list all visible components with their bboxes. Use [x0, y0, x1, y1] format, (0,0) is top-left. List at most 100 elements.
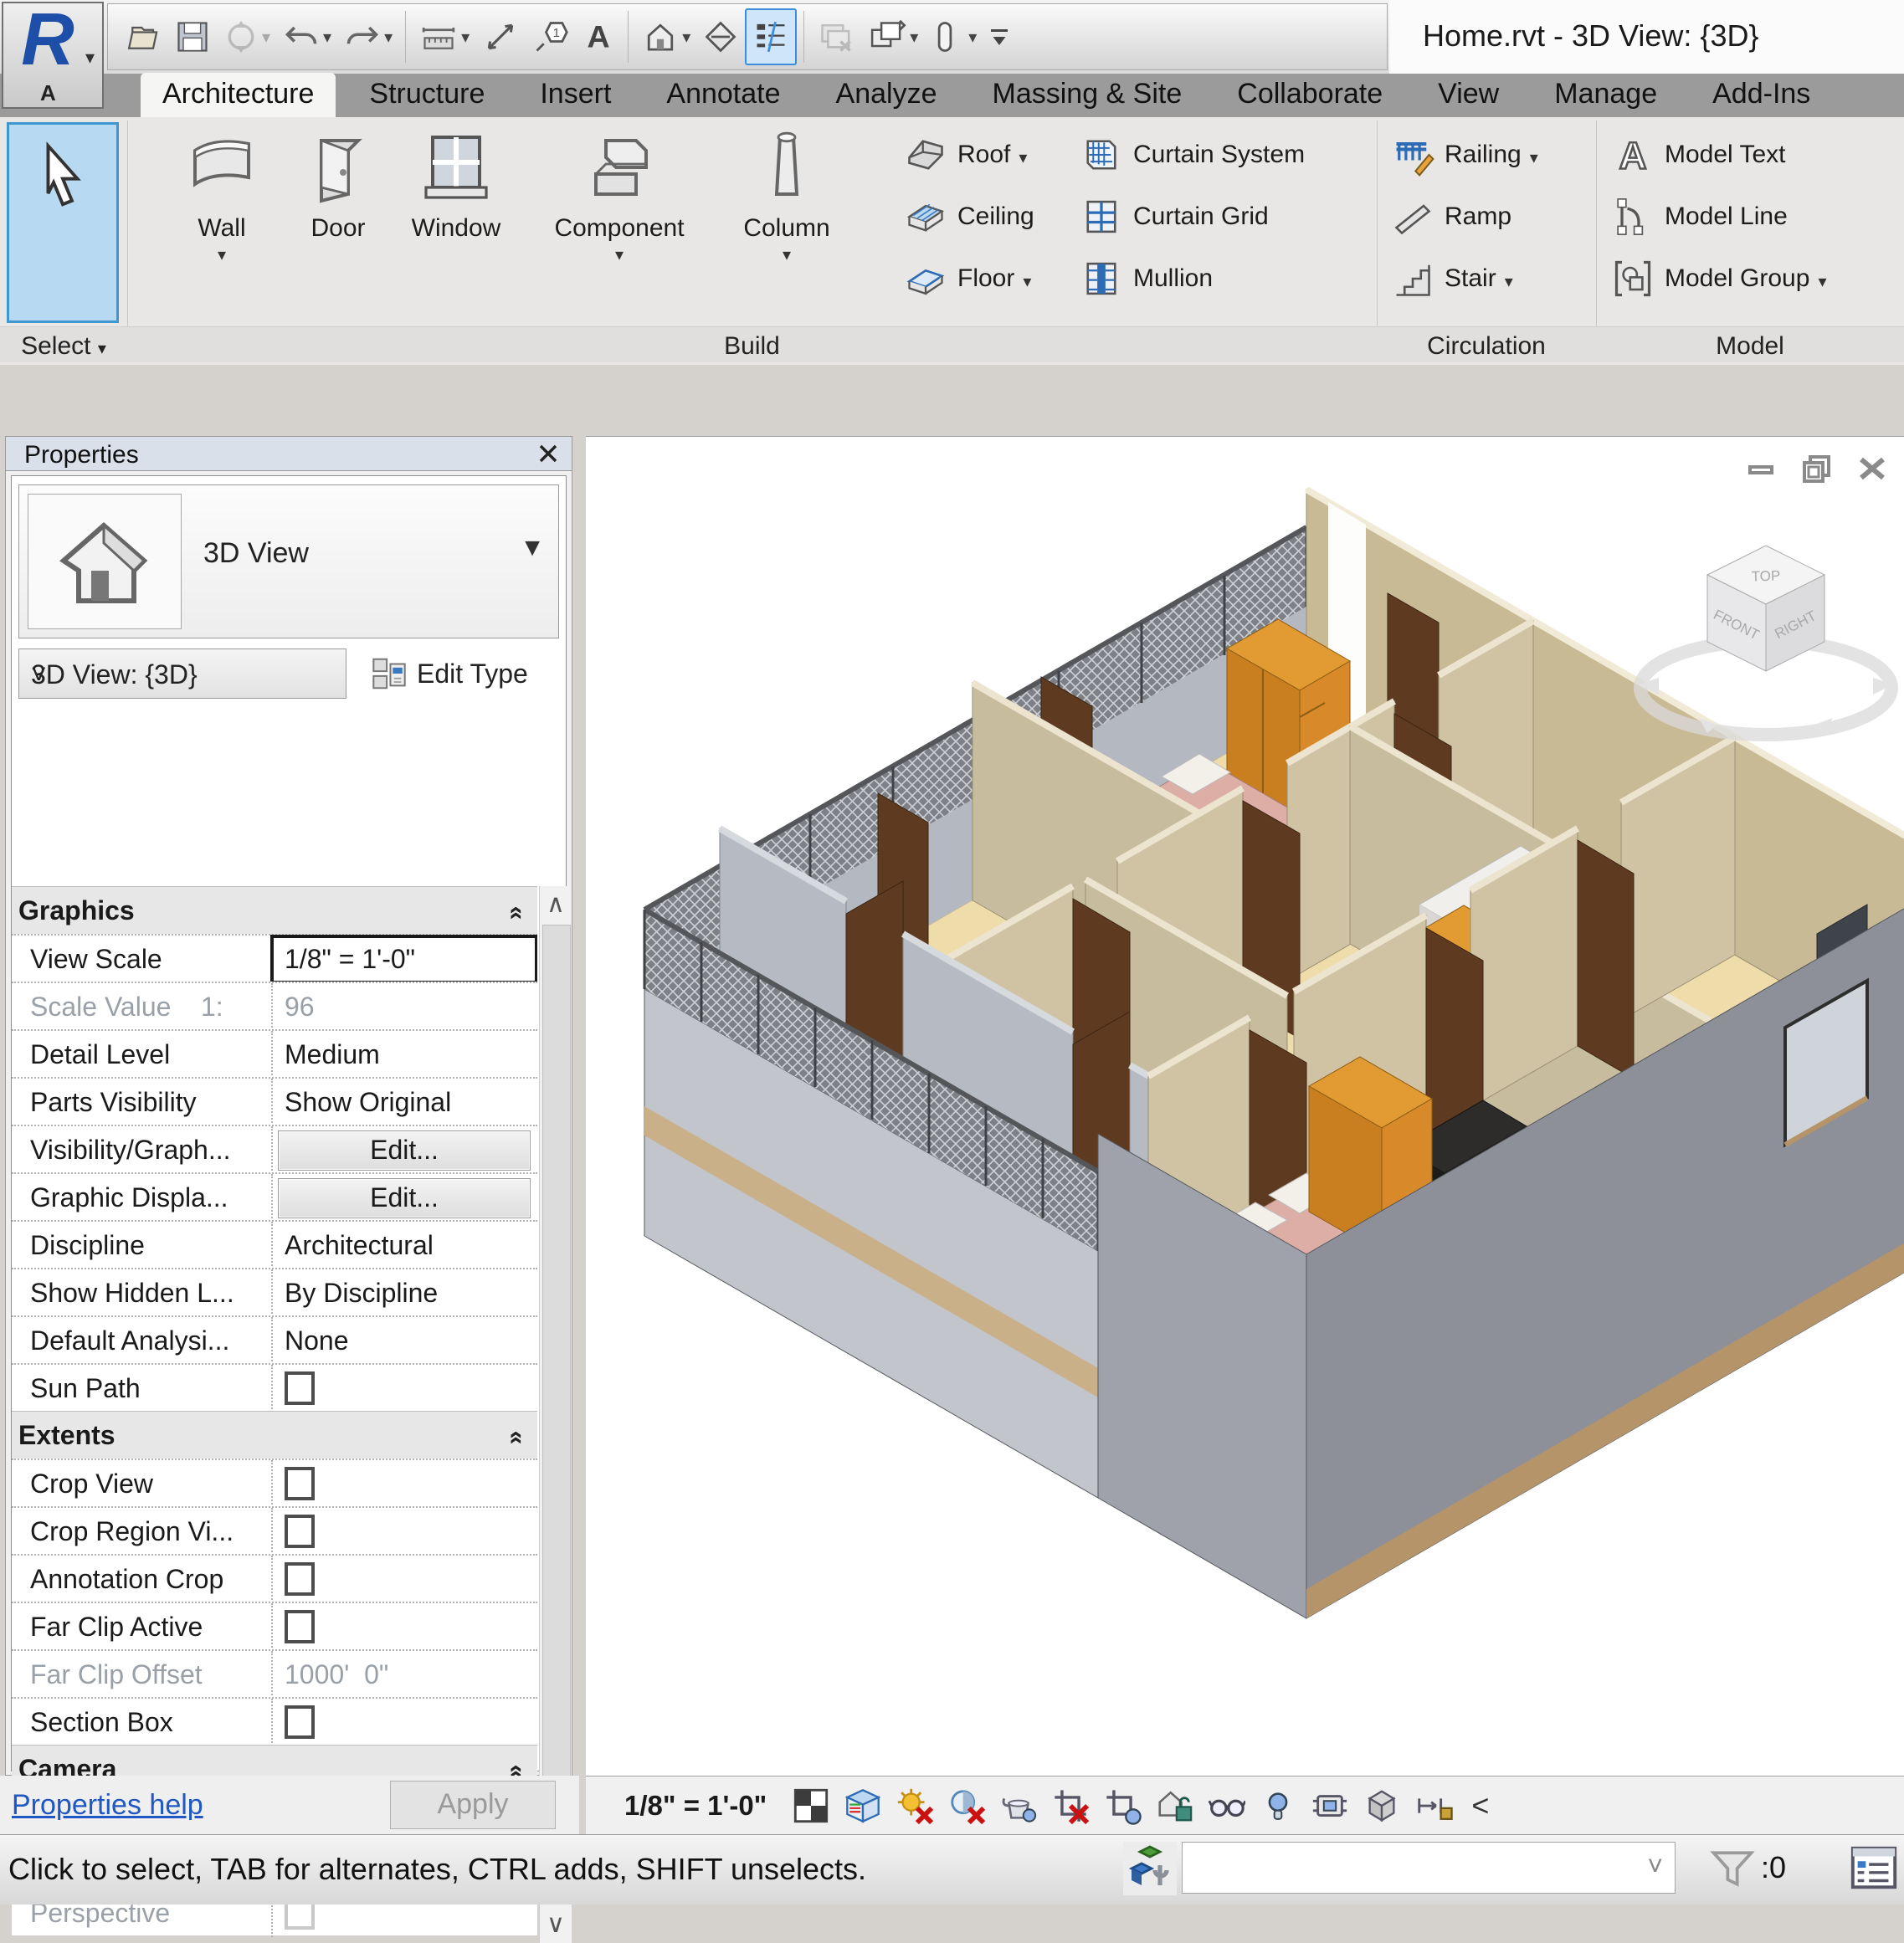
analytical-model-icon[interactable] — [1311, 1787, 1349, 1825]
type-selector[interactable]: 3D View ▼ — [18, 484, 559, 638]
tab-manage[interactable]: Manage — [1532, 73, 1679, 117]
parts-visibility-field[interactable]: Show Original — [271, 1079, 537, 1126]
worksharing-display-icon[interactable] — [1363, 1787, 1401, 1825]
component-button[interactable]: Component ▾ — [536, 122, 703, 265]
section-icon[interactable] — [696, 10, 745, 64]
scroll-up-icon[interactable]: ∧ — [540, 886, 572, 923]
model-group-button[interactable]: Model Group ▾ — [1611, 251, 1826, 306]
aligned-dimension-icon[interactable] — [475, 10, 526, 64]
revit-app-button[interactable]: R ▾ A — [2, 2, 104, 109]
circulation-panel-label[interactable]: Circulation — [1377, 332, 1596, 361]
ceiling-button[interactable]: Ceiling — [904, 189, 1034, 244]
edit-type-button[interactable]: Edit Type — [370, 649, 557, 699]
tab-analyze[interactable]: Analyze — [814, 73, 959, 117]
3d-model[interactable]: TOP FRONT RIGHT — [586, 437, 1904, 1776]
apply-button[interactable]: Apply — [390, 1781, 556, 1829]
rendering-dialog-icon[interactable] — [999, 1787, 1038, 1825]
properties-header[interactable]: Properties — [6, 437, 572, 471]
measure-icon[interactable]: ▾ — [413, 10, 475, 64]
chevron-down-icon[interactable]: ▾ — [968, 27, 977, 48]
crop-view-checkbox[interactable] — [285, 1467, 315, 1500]
sun-path-icon[interactable] — [896, 1787, 934, 1825]
collapse-icon[interactable]: « — [503, 906, 531, 920]
model-text-button[interactable]: A Model Text — [1611, 127, 1786, 182]
section-extents[interactable]: Extents« — [12, 1411, 537, 1459]
crop-region-visible-checkbox[interactable] — [285, 1515, 315, 1548]
customize-qat-icon[interactable] — [977, 10, 1022, 64]
model-line-button[interactable]: Model Line — [1611, 189, 1788, 244]
switch-windows-icon[interactable]: ▾ — [861, 10, 924, 64]
far-clip-active-checkbox[interactable] — [285, 1610, 315, 1643]
column-pill-icon[interactable] — [924, 10, 966, 64]
collapse-icon[interactable]: « — [503, 1431, 531, 1445]
tab-annotate[interactable]: Annotate — [644, 73, 802, 117]
tab-massing-site[interactable]: Massing & Site — [971, 73, 1204, 117]
default-3d-view-icon[interactable]: ▾ — [635, 10, 696, 64]
visual-style-icon[interactable] — [844, 1787, 882, 1825]
column-button[interactable]: Column ▾ — [720, 122, 854, 265]
open-file-icon[interactable] — [120, 10, 168, 64]
tab-view[interactable]: View — [1416, 73, 1521, 117]
reveal-hidden-elements-icon[interactable] — [1259, 1787, 1297, 1825]
mullion-button[interactable]: Mullion — [1080, 251, 1213, 306]
thin-lines-icon[interactable] — [745, 8, 797, 65]
detail-level-icon[interactable] — [792, 1787, 830, 1825]
restore-icon[interactable] — [1800, 452, 1834, 485]
design-options-dropdown[interactable]: ˅ — [1182, 1842, 1676, 1894]
wall-button[interactable]: Wall ▾ — [159, 122, 285, 265]
graphic-display-edit-button[interactable]: Edit... — [278, 1178, 531, 1218]
unlocked-view-icon[interactable] — [1155, 1787, 1193, 1825]
crop-view-icon[interactable] — [1051, 1787, 1090, 1825]
show-hidden-lines-field[interactable]: By Discipline — [271, 1269, 537, 1317]
scrollbar-thumb[interactable] — [542, 925, 571, 1797]
scroll-down-icon[interactable]: ∨ — [540, 1906, 572, 1943]
ramp-button[interactable]: Ramp — [1391, 189, 1511, 244]
displacement-sets-icon[interactable] — [1414, 1787, 1453, 1825]
save-icon[interactable] — [168, 10, 217, 64]
detail-level-field[interactable]: Medium — [271, 1031, 537, 1079]
worksets-icon[interactable] — [1123, 1842, 1177, 1895]
temporary-hide-isolate-icon[interactable] — [1207, 1787, 1245, 1825]
tab-insert[interactable]: Insert — [518, 73, 633, 117]
view-scale-input[interactable]: 1/8" = 1'-0" — [271, 936, 537, 983]
build-panel-label[interactable]: Build — [127, 332, 1377, 361]
instance-selector[interactable]: 3D View: {3D} ˅ — [18, 649, 346, 699]
close-icon[interactable] — [536, 442, 560, 465]
text-icon[interactable]: A — [576, 10, 621, 64]
tab-architecture[interactable]: Architecture — [141, 73, 336, 117]
tab-structure[interactable]: Structure — [347, 73, 506, 117]
viewbar-expand-icon[interactable]: < — [1471, 1788, 1489, 1823]
annotation-crop-checkbox[interactable] — [285, 1562, 315, 1596]
railing-button[interactable]: Railing ▾ — [1391, 127, 1538, 182]
shadows-icon[interactable] — [947, 1787, 986, 1825]
tab-add-ins[interactable]: Add-Ins — [1691, 73, 1832, 117]
close-icon[interactable] — [1855, 452, 1889, 485]
view-scale-control[interactable]: 1/8" = 1'-0" — [624, 1790, 767, 1822]
floor-button[interactable]: Floor ▾ — [904, 251, 1031, 306]
undo-icon[interactable]: ▾ — [276, 10, 337, 64]
drawing-area[interactable]: TOP FRONT RIGHT — [586, 436, 1904, 1776]
viewcube-top-label[interactable]: TOP — [1751, 567, 1780, 584]
status-panel-icon[interactable] — [1848, 1842, 1900, 1894]
stair-button[interactable]: Stair ▾ — [1391, 251, 1513, 306]
sync-with-central-icon[interactable]: ▾ — [217, 10, 276, 64]
default-analysis-field[interactable]: None — [271, 1317, 537, 1365]
redo-icon[interactable]: ▾ — [337, 10, 398, 64]
model-panel-label[interactable]: Model — [1596, 332, 1904, 361]
minimize-icon[interactable] — [1745, 452, 1778, 485]
close-hidden-windows-icon[interactable] — [811, 10, 861, 64]
door-button[interactable]: Door — [289, 122, 387, 243]
window-button[interactable]: Window — [393, 122, 519, 243]
section-graphics[interactable]: Graphics« — [12, 886, 537, 934]
discipline-field[interactable]: Architectural — [271, 1222, 537, 1269]
roof-button[interactable]: Roof ▾ — [904, 127, 1027, 182]
tag-icon[interactable]: 1 — [526, 10, 576, 64]
tab-collaborate[interactable]: Collaborate — [1215, 73, 1404, 117]
show-crop-region-icon[interactable] — [1103, 1787, 1142, 1825]
properties-help-link[interactable]: Properties help — [12, 1789, 203, 1822]
selection-filter-icon[interactable] — [1707, 1843, 1758, 1894]
modify-button[interactable]: Modify — [7, 122, 119, 323]
visibility-edit-button[interactable]: Edit... — [278, 1130, 531, 1171]
sun-path-checkbox[interactable] — [285, 1371, 315, 1405]
curtain-grid-button[interactable]: Curtain Grid — [1080, 189, 1269, 244]
